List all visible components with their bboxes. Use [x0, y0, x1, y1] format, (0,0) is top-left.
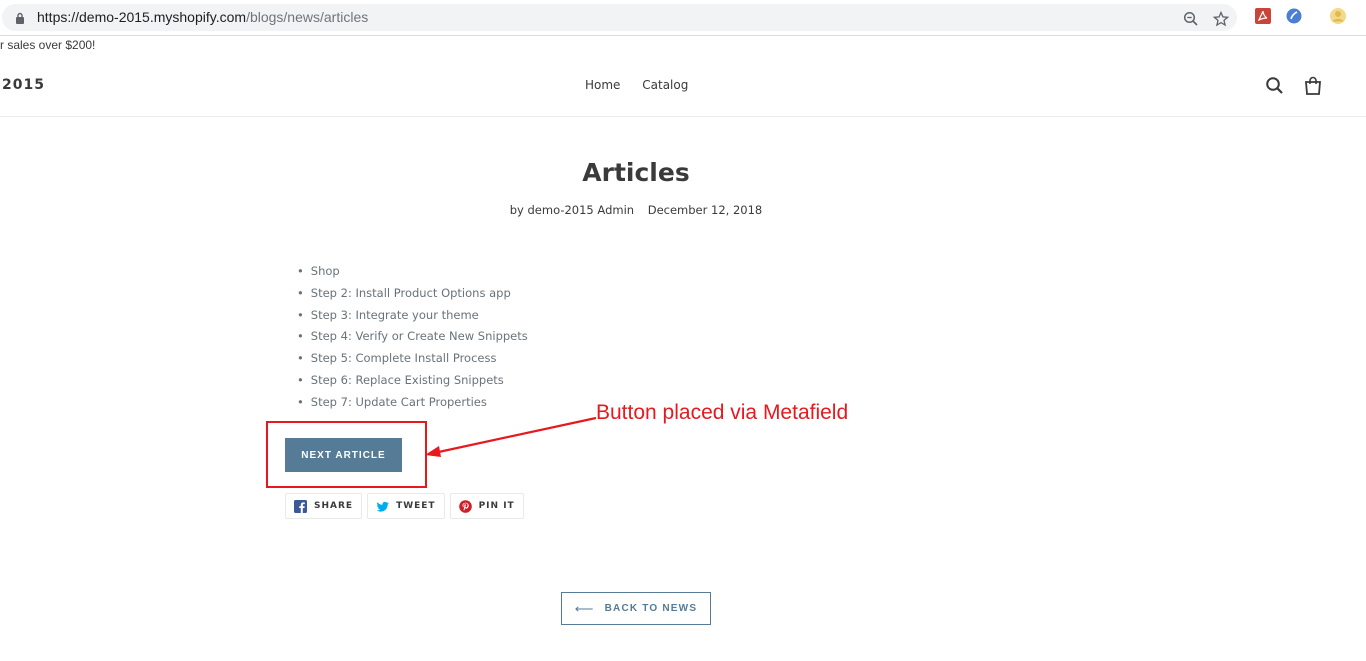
site-header: 2015 Home Catalog — [0, 56, 1366, 117]
list-item: Step 6: Replace Existing Snippets — [297, 371, 528, 393]
pinterest-icon — [458, 499, 472, 513]
annotation-arrow-icon — [425, 416, 597, 457]
twitter-icon — [376, 501, 389, 512]
nav-home[interactable]: Home — [585, 78, 620, 92]
list-item: Shop — [297, 262, 528, 284]
zoom-icon[interactable] — [1183, 11, 1199, 27]
browser-toolbar: https://demo-2015.myshopify.com/blogs/ne… — [0, 0, 1366, 36]
annotation-label: Button placed via Metafield — [596, 401, 849, 424]
main-nav: Home Catalog — [585, 78, 706, 92]
social-share: SHARE TWEET PIN IT — [285, 493, 524, 519]
arrow-left-icon: ⟵ — [574, 600, 595, 616]
profile-avatar-icon[interactable] — [1329, 7, 1347, 25]
article-date: December 12, 2018 — [647, 203, 763, 217]
list-item: Step 2: Install Product Options app — [297, 284, 528, 306]
facebook-icon — [294, 499, 307, 513]
lock-icon — [16, 12, 24, 24]
tweet-label: TWEET — [396, 501, 436, 511]
back-to-news-label: BACK TO NEWS — [604, 603, 698, 614]
share-facebook-button[interactable]: SHARE — [285, 493, 363, 519]
share-label: SHARE — [314, 501, 354, 511]
steps-list: Shop Step 2: Install Product Options app… — [297, 262, 528, 415]
article-title: Articles — [582, 158, 690, 187]
cart-icon[interactable] — [1303, 76, 1323, 96]
url-path: /blogs/news/articles — [246, 9, 369, 25]
site-logo[interactable]: 2015 — [2, 77, 45, 93]
address-bar[interactable]: https://demo-2015.myshopify.com/blogs/ne… — [2, 4, 1237, 31]
search-icon[interactable] — [1265, 76, 1285, 96]
pdf-extension-icon[interactable] — [1254, 7, 1272, 25]
extension-globe-icon[interactable] — [1285, 7, 1303, 25]
nav-catalog[interactable]: Catalog — [642, 78, 688, 92]
back-to-news-button[interactable]: ⟵ BACK TO NEWS — [561, 592, 711, 625]
list-item: Step 5: Complete Install Process — [297, 349, 528, 371]
article-author: by demo-2015 Admin — [509, 203, 635, 217]
share-pinterest-button[interactable]: PIN IT — [449, 493, 524, 519]
share-twitter-button[interactable]: TWEET — [367, 493, 445, 519]
announcement-bar: r sales over $200! — [0, 38, 96, 52]
article-meta: by demo-2015 Admin December 12, 2018 — [0, 203, 1272, 217]
url-host: https://demo-2015.myshopify.com — [37, 9, 247, 25]
bookmark-star-icon[interactable] — [1213, 11, 1229, 27]
pin-label: PIN IT — [478, 501, 515, 511]
list-item: Step 4: Verify or Create New Snippets — [297, 327, 528, 349]
url-text[interactable]: https://demo-2015.myshopify.com/blogs/ne… — [37, 9, 368, 25]
annotation-highlight-box — [266, 421, 427, 488]
list-item: Step 3: Integrate your theme — [297, 306, 528, 328]
